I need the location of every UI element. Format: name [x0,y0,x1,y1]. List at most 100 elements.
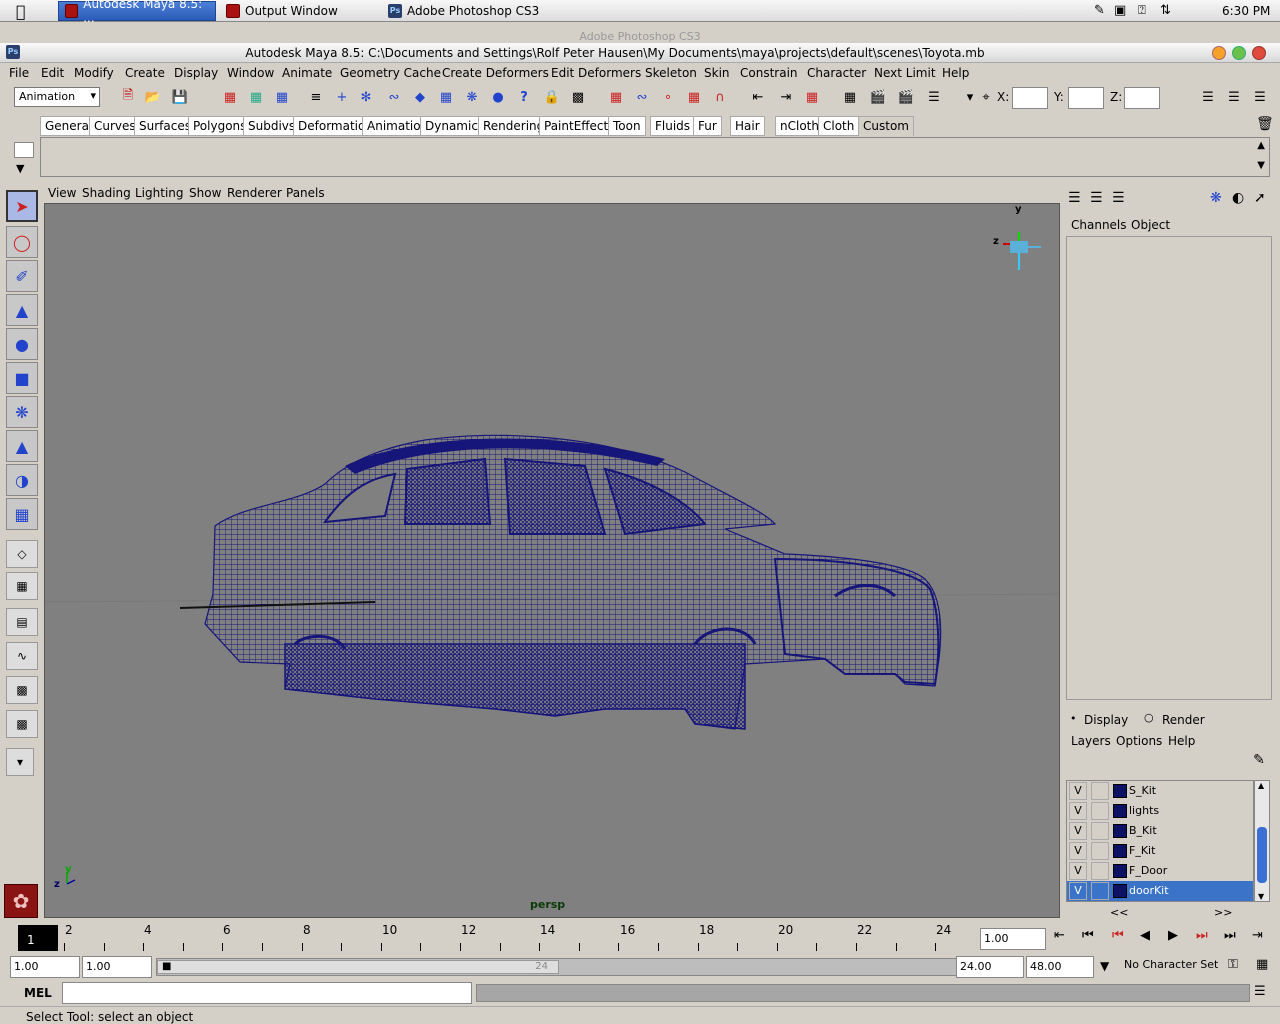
go-to-start-icon[interactable]: ⇤ [1054,928,1065,943]
layer-color-swatch[interactable] [1113,844,1127,858]
menu-edit-deformers[interactable]: Edit Deformers [551,66,641,80]
channel-box[interactable] [1066,236,1272,700]
taskbar-tab-maya[interactable]: Autodesk Maya 8.5: ... [58,0,216,25]
layer-color-swatch[interactable] [1113,824,1127,838]
taskbar-tab-photoshop[interactable]: Ps Adobe Photoshop CS3 [382,1,552,21]
layers-menu[interactable]: Layers [1071,734,1111,748]
display-type-toggle[interactable] [1091,782,1109,800]
highlight-selection-icon[interactable]: ▩ [568,87,588,107]
select-rendering-icon[interactable]: ● [488,87,508,107]
snap-grid-icon[interactable]: ▦ [606,87,626,107]
tab-subdivs[interactable]: Subdivs [243,116,301,136]
selection-mask-icon[interactable]: ≡ [306,87,326,107]
rotate-tool-icon[interactable]: ● [6,328,38,360]
lock-selection-icon[interactable]: 🔒 [542,87,562,107]
y-field[interactable] [1068,87,1104,109]
display-type-toggle[interactable] [1091,802,1109,820]
mode-select[interactable]: Animation ▾ [14,87,100,107]
show-manipulator-icon[interactable]: ◑ [6,464,38,496]
panel-menu-shading[interactable]: Shading [82,186,131,200]
shelf-menu-icon[interactable]: ▼ [16,162,24,175]
menu-skin[interactable]: Skin [704,66,730,80]
open-scene-icon[interactable]: 📂 [143,87,163,107]
select-object-icon[interactable]: ▦ [246,87,266,107]
layer-row[interactable]: V S_Kit [1067,781,1253,801]
panel-menu-panels[interactable]: Panels [286,186,325,200]
shading-icon[interactable]: ◐ [1232,190,1244,206]
playback-start-field[interactable]: 1.00 [82,956,152,978]
tab-polygons[interactable]: Polygons [188,116,252,136]
four-view-layout-icon[interactable]: ▦ [6,572,38,600]
layer-color-swatch[interactable] [1113,784,1127,798]
menu-animate[interactable]: Animate [282,66,332,80]
script-editor-icon[interactable]: ☰ [1254,984,1266,999]
step-forward-key-icon[interactable]: ⏭ [1196,928,1208,943]
layer-editor-icon[interactable]: ☰ [1090,190,1103,206]
tab-fluids[interactable]: Fluids [650,116,696,136]
visibility-toggle[interactable]: V [1069,822,1087,840]
last-tool-icon[interactable]: ▦ [6,498,38,530]
close-button[interactable] [1252,46,1266,60]
step-forward-frame-icon[interactable]: ⏭ [1224,928,1236,943]
render-radio[interactable]: ○ [1144,711,1154,724]
character-set-dropdown-icon[interactable]: ▼ [1100,959,1109,973]
select-hierarchy-icon[interactable]: ▦ [220,87,240,107]
taskbar-tab-output-window[interactable]: Output Window [220,1,370,21]
current-frame-marker[interactable]: 1 [18,925,58,951]
layer-color-swatch[interactable] [1113,864,1127,878]
clock[interactable]: 6:30 PM [1222,4,1270,18]
menu-create-deformers[interactable]: Create Deformers [442,66,549,80]
trash-icon[interactable]: 🗑 [1256,116,1274,132]
x-field[interactable] [1012,87,1048,109]
paint-select-tool-icon[interactable]: ✐ [6,260,38,292]
range-slider[interactable]: ■ 24 [156,958,960,976]
menu-edit[interactable]: Edit [41,66,64,80]
display-type-toggle[interactable] [1091,822,1109,840]
select-curves-icon[interactable]: ∾ [384,87,404,107]
apple-icon[interactable]:  [16,2,26,21]
lasso-tool-icon[interactable]: ◯ [6,226,38,258]
channels-menu[interactable]: Channels [1071,218,1127,232]
menu-constrain[interactable]: Constrain [740,66,798,80]
visibility-toggle[interactable]: V [1069,862,1087,880]
select-component-icon[interactable]: ▦ [272,87,292,107]
visibility-toggle[interactable]: V [1069,882,1087,900]
select-dynamics-icon[interactable]: ❋ [462,87,482,107]
command-input[interactable] [62,982,472,1004]
move-tool-icon[interactable]: ▲ [6,294,38,326]
select-joints-icon[interactable]: ✻ [356,87,376,107]
menu-next-limit[interactable]: Next Limit [874,66,936,80]
visibility-toggle[interactable]: V [1069,842,1087,860]
display-icon[interactable]: ▣ [1114,3,1126,18]
layer-row[interactable]: V lights [1067,801,1253,821]
tab-ncloth[interactable]: nCloth [775,116,824,136]
layout-menu-icon[interactable]: ▾ [6,748,34,776]
time-slider[interactable]: 1 2 4 6 8 10 12 14 16 18 20 22 24 [16,923,976,951]
mel-label[interactable]: MEL [24,986,52,1000]
single-perspective-layout-icon[interactable]: ◇ [6,540,38,568]
playback-end-field[interactable]: 24.00 [956,956,1024,978]
input-ops-icon[interactable]: ⇤ [748,87,768,107]
window-titlebar[interactable]: Ps Autodesk Maya 8.5: C:\Documents and S… [0,43,1280,63]
panel-menu-view[interactable]: View [48,186,76,200]
menu-display[interactable]: Display [174,66,218,80]
snap-curve-icon[interactable]: ∾ [632,87,652,107]
range-handle-left[interactable]: ■ [162,961,171,972]
show-attribute-editor-icon[interactable]: ☰ [1198,87,1218,107]
layer-row-selected[interactable]: V doorKit [1067,881,1253,901]
show-tool-settings-icon[interactable]: ☰ [1224,87,1244,107]
channel-layer-icon[interactable]: ☰ [1112,190,1125,206]
menu-character[interactable]: Character [807,66,866,80]
character-set-label[interactable]: No Character Set [1124,958,1218,971]
snap-point-icon[interactable]: ∘ [658,87,678,107]
animation-prefs-icon[interactable]: ▦ [1256,957,1268,972]
menu-geometry-cache[interactable]: Geometry Cache [340,66,441,80]
shelf-tabs-toggle[interactable] [14,142,34,158]
soft-modification-icon[interactable]: ▲ [6,430,38,462]
tab-hair[interactable]: Hair [730,116,765,136]
layer-scroll-thumb[interactable] [1257,827,1267,883]
menu-create[interactable]: Create [125,66,165,80]
save-scene-icon[interactable]: 💾 [170,87,190,107]
play-forwards-icon[interactable]: ▶ [1168,928,1178,943]
zoom-button[interactable] [1232,46,1246,60]
